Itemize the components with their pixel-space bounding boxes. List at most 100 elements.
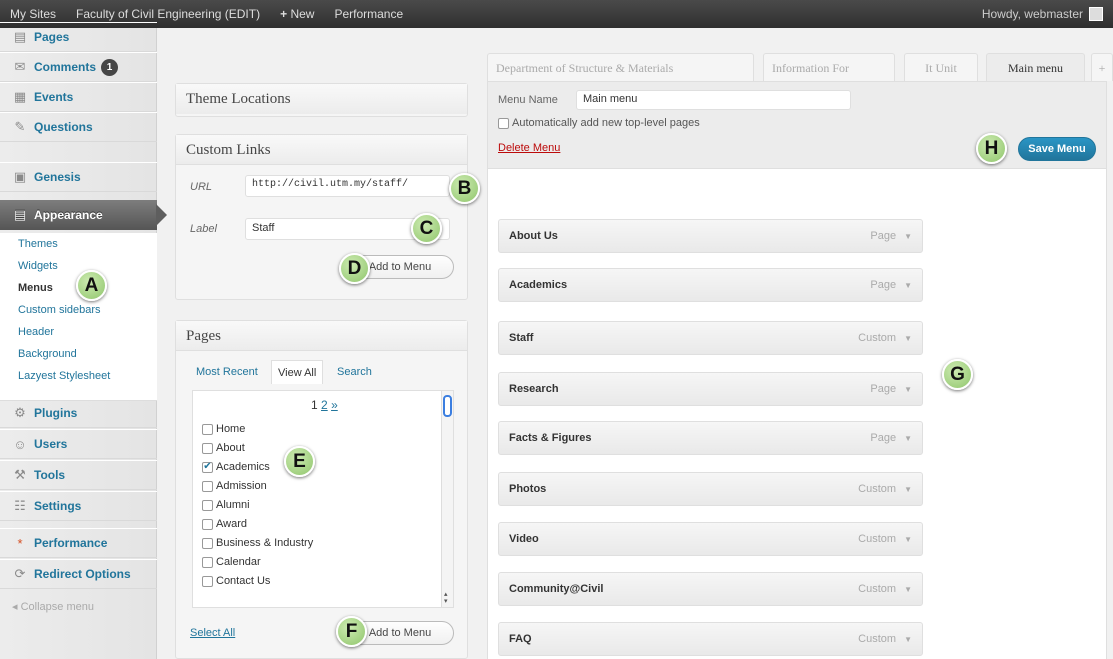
add-menu-tab[interactable]: +: [1091, 53, 1113, 81]
checkbox[interactable]: [202, 499, 213, 511]
submenu-header[interactable]: Header: [18, 326, 54, 338]
tools-icon: ⚒: [14, 467, 26, 482]
delete-menu-link[interactable]: Delete Menu: [498, 142, 560, 154]
questions-icon: ✎: [14, 119, 26, 134]
expand-arrow-icon[interactable]: ▼: [904, 434, 912, 443]
menu-item-community-civil[interactable]: Community@Civil Custom ▼: [498, 572, 923, 606]
pagination: 1 2 »: [311, 398, 338, 412]
page-checkbox-about[interactable]: About: [202, 442, 245, 454]
checkbox[interactable]: [202, 442, 213, 454]
redirect-icon: ⟳: [14, 566, 26, 581]
menu-item-video[interactable]: Video Custom ▼: [498, 522, 923, 556]
checklist-scrollbar[interactable]: ▴ ▾: [441, 391, 453, 607]
checkbox[interactable]: [202, 575, 213, 587]
expand-arrow-icon[interactable]: ▼: [904, 485, 912, 494]
url-input[interactable]: http://civil.utm.my/staff/: [245, 175, 450, 197]
page-checkbox-academics[interactable]: ✔ Academics: [202, 461, 270, 473]
page-label: Academics: [216, 461, 270, 473]
submenu-widgets[interactable]: Widgets: [18, 260, 58, 272]
custom-links-title[interactable]: Custom Links: [176, 135, 467, 165]
new-label: New: [290, 7, 315, 21]
auto-add-pages-checkbox[interactable]: Automatically add new top-level pages: [498, 117, 700, 129]
page-checkbox-calendar[interactable]: Calendar: [202, 556, 261, 568]
sidebar-item-appearance[interactable]: ▤ Appearance: [0, 200, 167, 230]
tab-information-for[interactable]: Information For: [763, 53, 895, 81]
menu-item-about-us[interactable]: About Us Page ▼: [498, 219, 923, 253]
pages-title[interactable]: Pages: [176, 321, 467, 351]
page-checkbox-admission[interactable]: Admission: [202, 480, 267, 492]
sidebar-item-comments[interactable]: ✉ Comments 1: [0, 52, 157, 82]
tab-view-all[interactable]: View All: [271, 360, 324, 384]
sidebar-item-settings[interactable]: ☷ Settings: [0, 491, 157, 521]
collapse-menu-button[interactable]: ◂ Collapse menu: [12, 600, 94, 613]
menu-item-research[interactable]: Research Page ▼: [498, 372, 923, 406]
checkbox-checked[interactable]: ✔: [202, 461, 213, 473]
expand-arrow-icon[interactable]: ▼: [904, 385, 912, 394]
sidebar-item-plugins[interactable]: ⚙ Plugins: [0, 398, 157, 428]
scrollbar-thumb[interactable]: [443, 395, 452, 417]
page-checkbox-alumni[interactable]: Alumni: [202, 499, 250, 511]
sidebar-item-pages[interactable]: ▤ Pages: [0, 22, 157, 52]
menu-item-photos[interactable]: Photos Custom ▼: [498, 472, 923, 506]
expand-arrow-icon[interactable]: ▼: [904, 635, 912, 644]
select-all-link[interactable]: Select All: [190, 627, 235, 639]
expand-arrow-icon[interactable]: ▼: [904, 585, 912, 594]
page-checkbox-business-industry[interactable]: Business & Industry: [202, 537, 313, 549]
checkbox[interactable]: [202, 556, 213, 568]
submenu-background[interactable]: Background: [18, 348, 77, 360]
tab-search[interactable]: Search: [337, 366, 372, 378]
checkbox[interactable]: [202, 518, 213, 530]
tab-department-structure-materials[interactable]: Department of Structure & Materials: [487, 53, 754, 81]
tab-main-menu[interactable]: Main menu: [986, 53, 1085, 81]
submenu-themes[interactable]: Themes: [18, 238, 58, 250]
admin-sidebar: ▤ Pages ✉ Comments 1 ▦ Events ✎ Questions ▣ Ge…: [0, 22, 167, 659]
expand-arrow-icon[interactable]: ▼: [904, 232, 912, 241]
menu-item-staff[interactable]: Staff Custom ▼: [498, 321, 923, 355]
callout-marker-b: B: [449, 173, 480, 204]
menu-name-input[interactable]: Main menu: [576, 90, 851, 110]
performance-link[interactable]: Performance: [324, 7, 413, 21]
sidebar-item-label: Pages: [34, 30, 70, 44]
sidebar-item-questions[interactable]: ✎ Questions: [0, 112, 157, 142]
submenu-menus[interactable]: Menus: [18, 282, 53, 294]
sidebar-item-genesis[interactable]: ▣ Genesis: [0, 162, 157, 192]
expand-arrow-icon[interactable]: ▼: [904, 281, 912, 290]
account-menu[interactable]: Howdy, webmaster: [982, 7, 1113, 21]
page-checkbox-home[interactable]: Home: [202, 423, 245, 435]
checkbox[interactable]: [498, 117, 509, 129]
callout-marker-c: C: [411, 213, 442, 244]
checkbox[interactable]: [202, 423, 213, 435]
menu-item-facts-figures[interactable]: Facts & Figures Page ▼: [498, 421, 923, 455]
sidebar-item-users[interactable]: ☺ Users: [0, 429, 157, 459]
sidebar-item-label: Appearance: [34, 208, 103, 222]
site-name-link[interactable]: Faculty of Civil Engineering (EDIT): [66, 7, 270, 21]
page-checkbox-award[interactable]: Award: [202, 518, 247, 530]
sidebar-item-tools[interactable]: ⚒ Tools: [0, 460, 157, 490]
sidebar-item-events[interactable]: ▦ Events: [0, 82, 157, 112]
expand-arrow-icon[interactable]: ▼: [904, 535, 912, 544]
page-2-link[interactable]: 2: [321, 398, 328, 412]
sidebar-item-redirect-options[interactable]: ⟳ Redirect Options: [0, 559, 157, 589]
page-checkbox-contact-us[interactable]: Contact Us: [202, 575, 270, 587]
next-page-link[interactable]: »: [331, 398, 338, 412]
menu-item-academics[interactable]: Academics Page ▼: [498, 268, 923, 302]
menu-header: Menu Name Main menu Automatically add ne…: [487, 81, 1107, 169]
menu-item-title: Video: [509, 533, 539, 545]
sidebar-item-performance[interactable]: * Performance: [0, 528, 157, 558]
my-sites-link[interactable]: My Sites: [0, 7, 66, 21]
checkbox[interactable]: [202, 537, 213, 549]
expand-arrow-icon[interactable]: ▼: [904, 334, 912, 343]
checkbox[interactable]: [202, 480, 213, 492]
callout-marker-h: H: [976, 133, 1007, 164]
menu-item-title: Facts & Figures: [509, 432, 592, 444]
scroll-arrows-icon[interactable]: ▴ ▾: [444, 591, 448, 605]
save-menu-button[interactable]: Save Menu: [1018, 137, 1096, 161]
submenu-lazyest-stylesheet[interactable]: Lazyest Stylesheet: [18, 370, 110, 382]
tab-it-unit[interactable]: It Unit: [904, 53, 978, 81]
callout-marker-a: A: [76, 270, 107, 301]
submenu-custom-sidebars[interactable]: Custom sidebars: [18, 304, 101, 316]
theme-locations-box[interactable]: Theme Locations: [175, 83, 468, 117]
new-content-link[interactable]: + New: [270, 7, 324, 21]
menu-item-faq[interactable]: FAQ Custom ▼: [498, 622, 923, 656]
tab-most-recent[interactable]: Most Recent: [196, 366, 258, 378]
